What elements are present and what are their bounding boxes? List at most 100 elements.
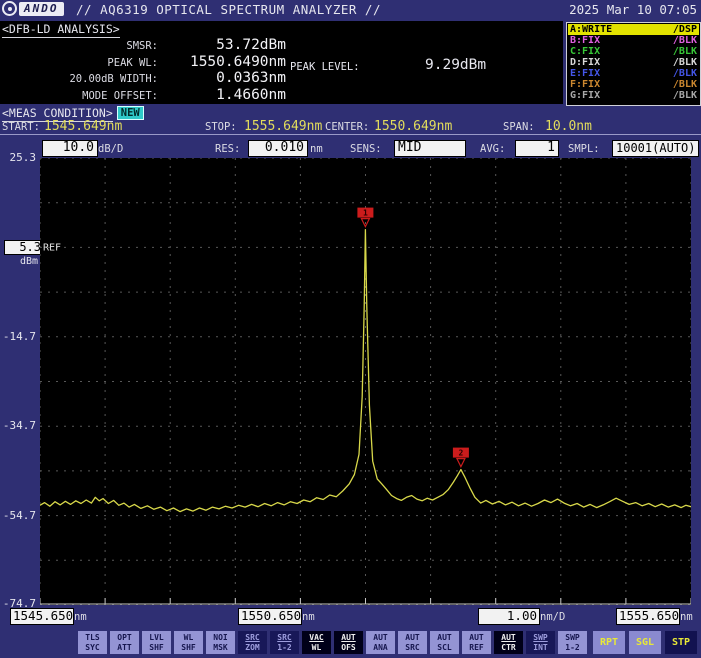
analysis-row-value: 0.0363nm: [158, 70, 286, 86]
trace-name: G:FIX: [570, 90, 600, 101]
trace-mode: /DSP: [673, 24, 697, 35]
x-stop-unit: nm: [680, 611, 693, 623]
fkey-line1: WL: [174, 633, 203, 643]
trace-row[interactable]: F:FIX/BLK: [568, 79, 699, 90]
center-value[interactable]: 1550.649nm: [374, 119, 452, 134]
db-per-div-unit: dB/D: [98, 143, 123, 155]
fkey-line2: OFS: [334, 643, 363, 653]
x-scale-field[interactable]: 1.00: [478, 608, 540, 625]
trace-row[interactable]: C:FIX/BLK: [568, 46, 699, 57]
fkey-src-1-2[interactable]: SRC1-2: [270, 631, 299, 654]
trace-mode: /BLK: [673, 46, 697, 57]
action-stp[interactable]: STP: [665, 631, 697, 654]
analysis-row: 20.00dB WIDTH:0.0363nm: [0, 70, 290, 87]
trace-status-panel: A:WRITE/DSPB:FIX/BLKC:FIX/BLKD:FIX/BLKE:…: [566, 22, 701, 106]
trace-mode: /BLK: [673, 57, 697, 68]
fkey-line2: SRC: [398, 643, 427, 653]
fkey-wl-shf[interactable]: WLSHF: [174, 631, 203, 654]
y-axis-label-top: 25.3: [0, 151, 36, 164]
stop-value[interactable]: 1555.649nm: [244, 119, 322, 134]
fkey-line2: SCL: [430, 643, 459, 653]
dfb-ld-analysis-panel: <DFB-LD ANALYSIS> SMSR:53.72dBmPEAK WL:1…: [0, 21, 563, 104]
span-value[interactable]: 10.0nm: [545, 119, 592, 134]
start-value[interactable]: 1545.649nm: [44, 119, 122, 134]
fkey-lvl-shf[interactable]: LVLSHF: [142, 631, 171, 654]
trace-name: A:WRITE: [570, 24, 612, 35]
trace-row[interactable]: A:WRITE/DSP: [568, 24, 699, 35]
fkey-aut-ref[interactable]: AUTREF: [462, 631, 491, 654]
x-stop-field[interactable]: 1555.650: [616, 608, 680, 625]
fkey-line1: SRC: [270, 633, 299, 643]
db-per-div-field[interactable]: 10.0: [42, 140, 98, 157]
trace-row[interactable]: B:FIX/BLK: [568, 35, 699, 46]
fkey-line1: NOI: [206, 633, 235, 643]
fkey-src-zom[interactable]: SRCZOM: [238, 631, 267, 654]
trace-mode: /BLK: [673, 35, 697, 46]
avg-label: AVG:: [480, 143, 505, 155]
fkey-aut-src[interactable]: AUTSRC: [398, 631, 427, 654]
fkey-noi-msk[interactable]: NOIMSK: [206, 631, 235, 654]
fkey-aut-scl[interactable]: AUTSCL: [430, 631, 459, 654]
analysis-row-value: 53.72dBm: [158, 37, 286, 53]
fkey-line2: 1-2: [558, 643, 587, 653]
fkey-line2: SHF: [142, 643, 171, 653]
fkey-line1: VAC: [302, 633, 331, 643]
start-label: START:: [2, 121, 40, 133]
trace-name: B:FIX: [570, 35, 600, 46]
fkey-swp-1-2[interactable]: SWP1-2: [558, 631, 587, 654]
trace-mode: /BLK: [673, 68, 697, 79]
fkey-vac-wl[interactable]: VACWL: [302, 631, 331, 654]
ref-level-field[interactable]: 5.3: [4, 240, 44, 255]
y-axis-label-m34: -34.7: [0, 419, 36, 432]
fkey-line1: AUT: [462, 633, 491, 643]
peak-level-label: PEAK LEVEL:: [290, 61, 360, 73]
fkey-line2: CTR: [494, 643, 523, 653]
fkey-line1: LVL: [142, 633, 171, 643]
res-field[interactable]: 0.010: [248, 140, 308, 157]
fkey-line2: 1-2: [270, 643, 299, 653]
action-sgl[interactable]: SGL: [629, 631, 661, 654]
svg-text:REF: REF: [43, 242, 61, 253]
ando-badge-icon: [2, 1, 17, 16]
res-label: RES:: [215, 143, 240, 155]
y-axis-label-m54: -54.7: [0, 509, 36, 522]
y-axis-label-m14: -14.7: [0, 330, 36, 343]
center-label: CENTER:: [325, 121, 369, 133]
smpl-field[interactable]: 10001(AUTO): [612, 140, 699, 157]
svg-text:2: 2: [458, 449, 463, 458]
trace-row[interactable]: E:FIX/BLK: [568, 68, 699, 79]
fkey-tls-syc[interactable]: TLSSYC: [78, 631, 107, 654]
fkey-aut-ctr[interactable]: AUTCTR: [494, 631, 523, 654]
new-badge: NEW: [117, 106, 144, 120]
analysis-row: SMSR:53.72dBm: [0, 37, 290, 54]
analysis-row-label: SMSR:: [0, 40, 158, 52]
fkey-line1: AUT: [430, 633, 459, 643]
fkey-line1: TLS: [78, 633, 107, 643]
fkey-line2: SHF: [174, 643, 203, 653]
x-center-field[interactable]: 1550.650: [238, 608, 302, 625]
fkey-line1: AUT: [494, 633, 523, 643]
trace-row[interactable]: D:FIX/BLK: [568, 57, 699, 68]
fkey-line2: SYC: [78, 643, 107, 653]
sens-field[interactable]: MID: [394, 140, 466, 157]
fkey-line1: OPT: [110, 633, 139, 643]
action-rpt[interactable]: RPT: [593, 631, 625, 654]
peak-level-value: 9.29dBm: [425, 57, 486, 73]
trace-row[interactable]: G:FIX/BLK: [568, 90, 699, 101]
res-unit: nm: [310, 143, 323, 155]
sens-label: SENS:: [350, 143, 382, 155]
fkey-line2: INT: [526, 643, 555, 653]
fkey-opt-att[interactable]: OPTATT: [110, 631, 139, 654]
analysis-row-value: 1550.6490nm: [158, 54, 286, 70]
trace-mode: /BLK: [673, 90, 697, 101]
fkey-aut-ana[interactable]: AUTANA: [366, 631, 395, 654]
analysis-row-label: MODE OFFSET:: [0, 90, 158, 102]
x-start-field[interactable]: 1545.650: [10, 608, 74, 625]
analysis-row: MODE OFFSET:1.4660nm: [0, 87, 290, 104]
fkey-swp-int[interactable]: SWPINT: [526, 631, 555, 654]
analysis-row: PEAK WL:1550.6490nm: [0, 54, 290, 71]
fkey-aut-ofs[interactable]: AUTOFS: [334, 631, 363, 654]
fkey-line1: SWP: [558, 633, 587, 643]
avg-field[interactable]: 1: [515, 140, 559, 157]
fkey-line1: AUT: [366, 633, 395, 643]
